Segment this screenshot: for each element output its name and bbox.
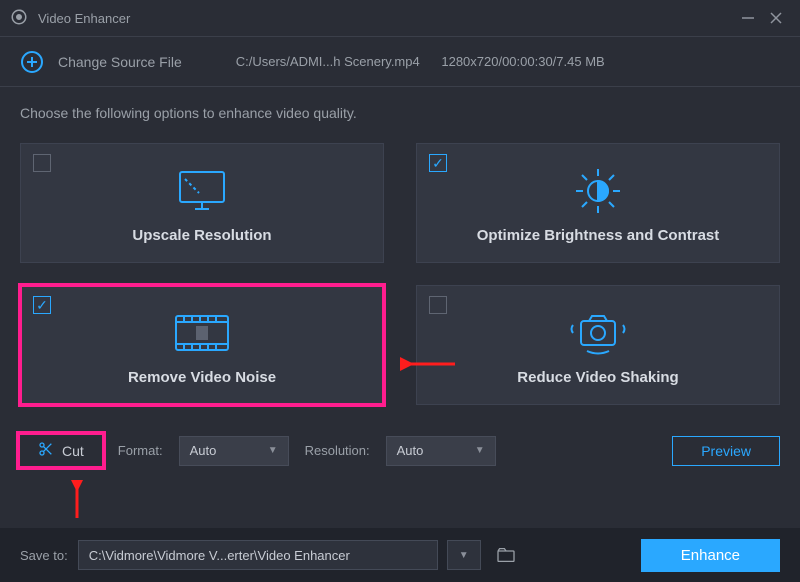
source-info: C:/Users/ADMI...h Scenery.mp4 1280x720/0… <box>236 54 623 69</box>
option-remove-noise[interactable]: Remove Video Noise <box>20 285 384 405</box>
app-title: Video Enhancer <box>38 11 130 26</box>
add-source-button[interactable] <box>20 50 44 74</box>
minimize-button[interactable] <box>734 4 762 32</box>
save-path-text: C:\Vidmore\Vidmore V...erter\Video Enhan… <box>89 548 350 563</box>
checkbox-upscale[interactable] <box>33 154 51 172</box>
checkbox-shake[interactable] <box>429 296 447 314</box>
checkbox-denoise[interactable] <box>33 296 51 314</box>
option-brightness-contrast[interactable]: Optimize Brightness and Contrast <box>416 143 780 263</box>
browse-folder-button[interactable] <box>491 540 521 570</box>
chevron-down-icon: ▼ <box>475 445 485 456</box>
titlebar: Video Enhancer <box>0 0 800 36</box>
source-path: C:/Users/ADMI...h Scenery.mp4 <box>236 54 420 69</box>
options-grid: Upscale Resolution Optimize Brightness a… <box>20 143 780 405</box>
format-select[interactable]: Auto ▼ <box>179 436 289 466</box>
resolution-label: Resolution: <box>305 443 370 458</box>
format-value: Auto <box>190 443 217 458</box>
close-button[interactable] <box>762 4 790 32</box>
enhance-button[interactable]: Enhance <box>641 539 780 572</box>
checkbox-brightness[interactable] <box>429 154 447 172</box>
option-label: Reduce Video Shaking <box>517 369 678 386</box>
option-upscale-resolution[interactable]: Upscale Resolution <box>20 143 384 263</box>
source-meta: 1280x720/00:00:30/7.45 MB <box>441 54 604 69</box>
save-to-label: Save to: <box>20 548 68 563</box>
app-icon <box>10 8 28 29</box>
option-label: Remove Video Noise <box>128 369 276 386</box>
controls-row: Cut Format: Auto ▼ Resolution: Auto ▼ Pr… <box>20 435 780 466</box>
save-path-dropdown[interactable]: ▼ <box>447 540 481 570</box>
bottom-bar: Save to: C:\Vidmore\Vidmore V...erter\Vi… <box>0 528 800 582</box>
option-reduce-shaking[interactable]: Reduce Video Shaking <box>416 285 780 405</box>
resolution-select[interactable]: Auto ▼ <box>386 436 496 466</box>
film-icon <box>172 305 232 361</box>
change-source-link[interactable]: Change Source File <box>58 54 182 70</box>
chevron-down-icon: ▼ <box>268 445 278 456</box>
preview-button[interactable]: Preview <box>672 436 780 466</box>
monitor-icon <box>175 163 229 219</box>
format-label: Format: <box>118 443 163 458</box>
instruction-text: Choose the following options to enhance … <box>20 105 780 121</box>
source-bar: Change Source File C:/Users/ADMI...h Sce… <box>0 37 800 87</box>
resolution-value: Auto <box>397 443 424 458</box>
option-label: Optimize Brightness and Contrast <box>477 227 720 244</box>
sun-icon <box>573 163 623 219</box>
camera-shake-icon <box>569 305 627 361</box>
cut-button[interactable]: Cut <box>20 435 102 466</box>
scissors-icon <box>38 441 54 460</box>
save-path-display[interactable]: C:\Vidmore\Vidmore V...erter\Video Enhan… <box>78 540 438 570</box>
option-label: Upscale Resolution <box>132 227 271 244</box>
annotation-arrow-cut <box>65 480 89 522</box>
cut-label: Cut <box>62 443 84 459</box>
